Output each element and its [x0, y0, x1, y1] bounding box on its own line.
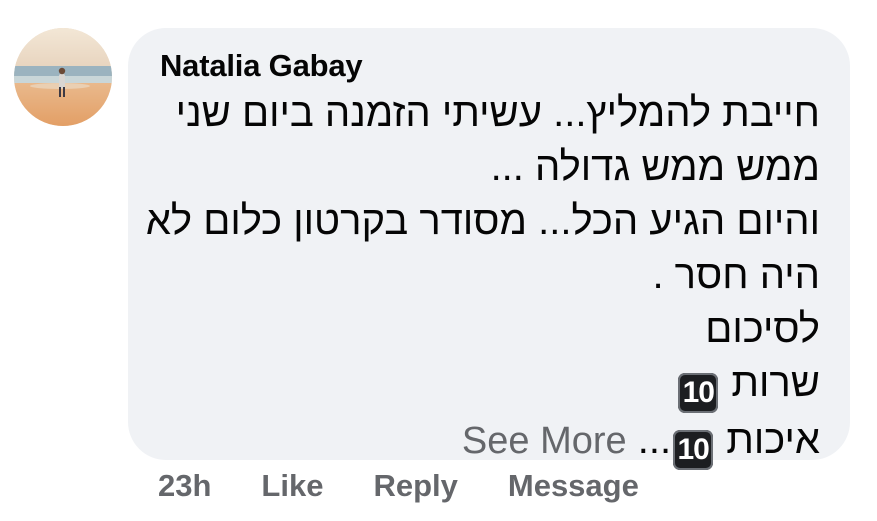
comment-line-quality: איכות 10... See More [140, 413, 820, 470]
comment-timestamp[interactable]: 23h [158, 468, 211, 504]
beach-photo-icon [14, 28, 112, 126]
comment-text: חייבת להמליץ... עשיתי הזמנה ביום שני ממש… [140, 86, 820, 470]
comment-bubble: Natalia Gabay חייבת להמליץ... עשיתי הזמנ… [128, 28, 850, 470]
comment-author[interactable]: Natalia Gabay [160, 48, 363, 84]
comment-line-5: לסיכום [705, 307, 820, 351]
comment-line-1: חייבת להמליץ... עשיתי הזמנה ביום שני [175, 91, 820, 135]
comment-line-4: היה חסר . [652, 253, 820, 297]
ellipsis: ... [637, 418, 672, 462]
keycap-ten-icon: 10 [678, 373, 719, 413]
quality-label: איכות [726, 418, 820, 462]
like-button[interactable]: Like [261, 468, 323, 504]
avatar[interactable] [14, 28, 112, 126]
comment-line-service: שרות 10 [140, 356, 820, 413]
reply-button[interactable]: Reply [373, 468, 457, 504]
message-button[interactable]: Message [508, 468, 639, 504]
see-more-link[interactable]: See More [462, 420, 627, 462]
comment-line-2: ממש ממש גדולה ... [490, 145, 820, 189]
comment-line-3: והיום הגיע הכל... מסודר בקרטון כלום לא [145, 199, 820, 243]
service-label: שרות [731, 361, 820, 405]
comment-actions: 23h Like Reply Message [158, 464, 689, 508]
comment-container: Natalia Gabay חייבת להמליץ... עשיתי הזמנ… [0, 0, 877, 521]
